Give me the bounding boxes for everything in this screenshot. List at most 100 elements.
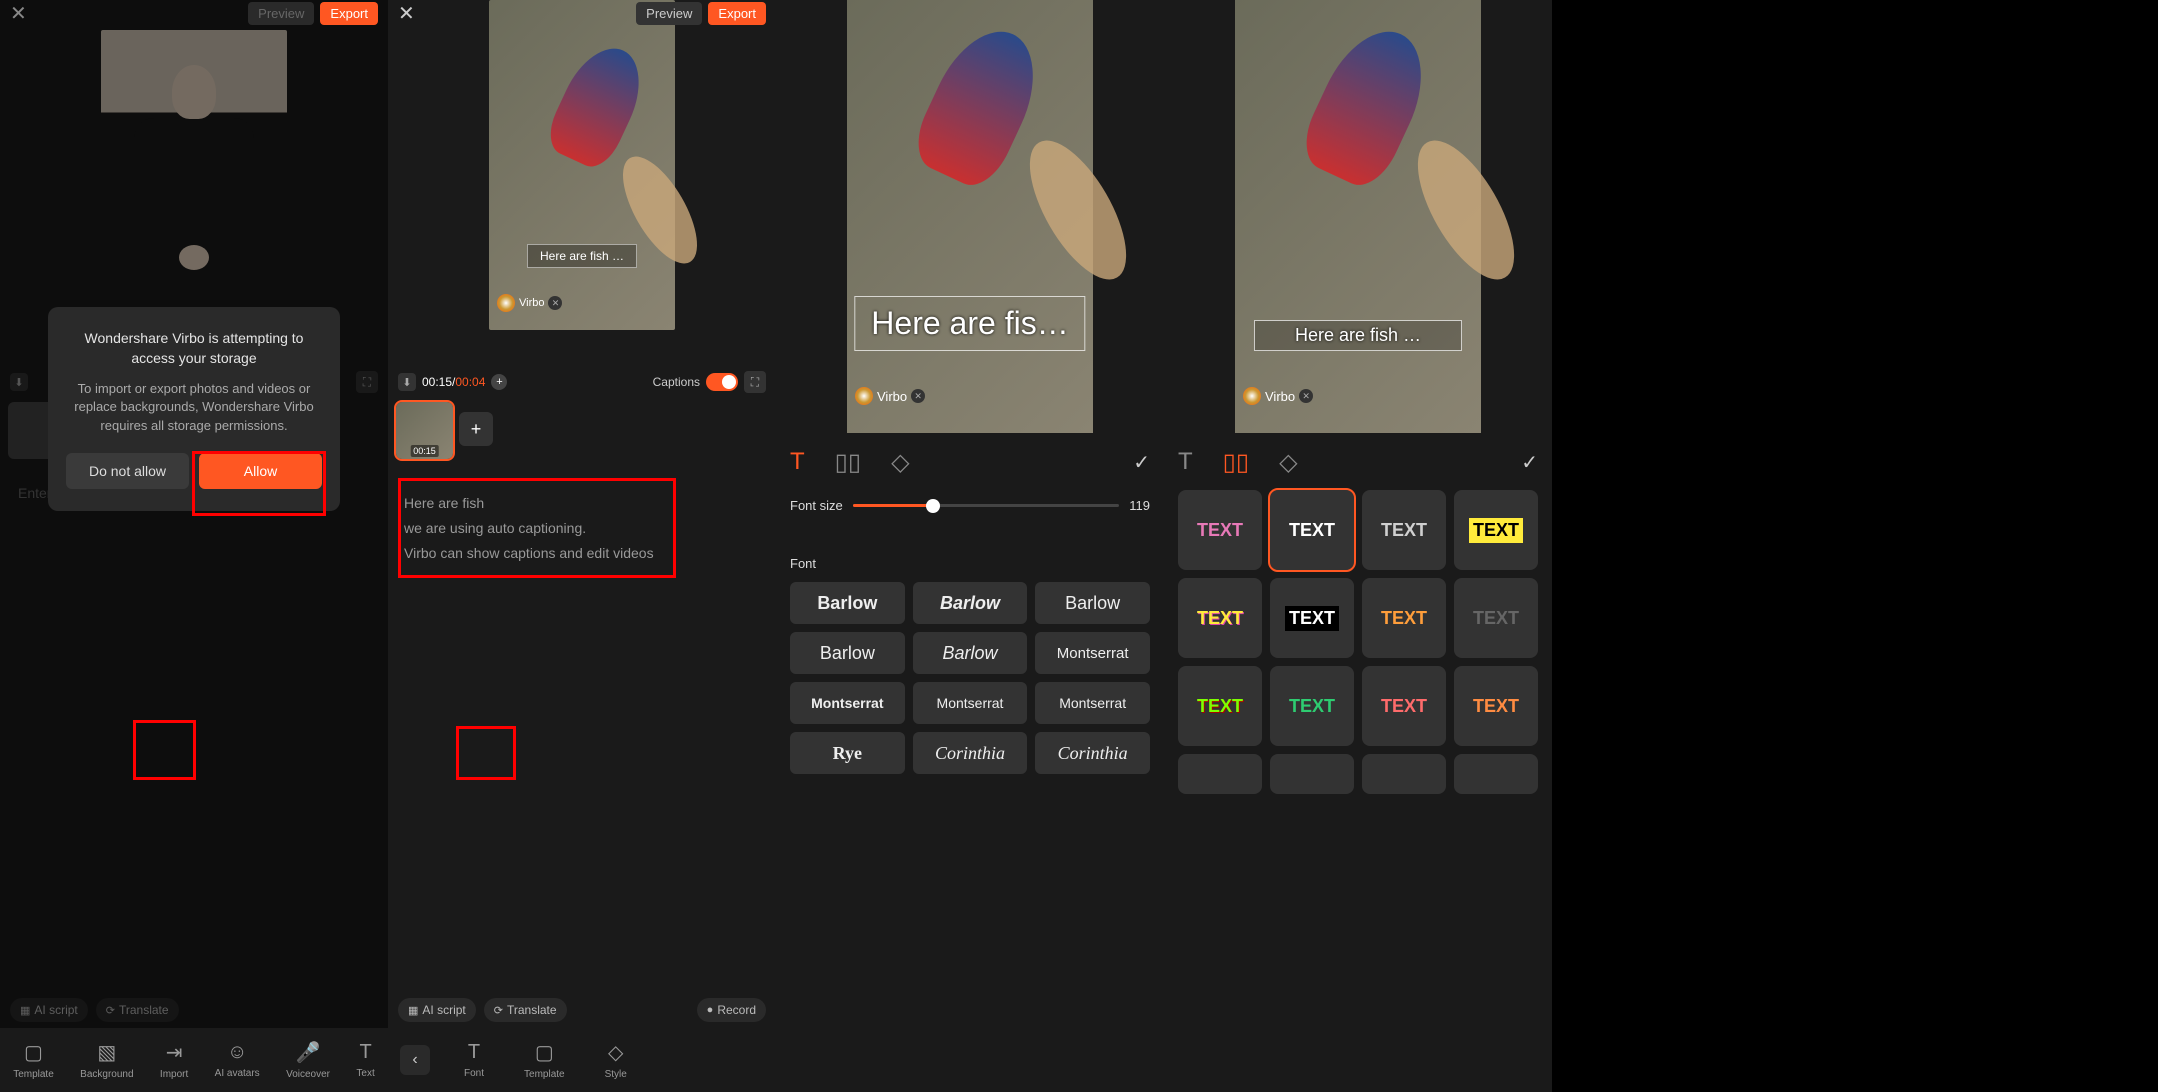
preview-button[interactable]: Preview <box>248 2 314 25</box>
nav-template[interactable]: ▢Template <box>7 1036 60 1084</box>
text-style-option[interactable]: TEXT <box>1270 666 1354 746</box>
text-style-option[interactable] <box>1454 754 1538 794</box>
font-option[interactable]: Barlow <box>1035 582 1150 624</box>
virbo-label: Virbo <box>519 297 544 309</box>
avatars-icon: ☺ <box>227 1041 247 1064</box>
add-clip-button[interactable]: + <box>459 412 493 446</box>
virbo-label: Virbo <box>877 389 907 404</box>
font-option[interactable]: Barlow <box>913 632 1028 674</box>
virbo-close-icon[interactable]: ✕ <box>548 296 562 310</box>
nav-label: Font <box>464 1068 484 1079</box>
text-style-option[interactable]: TEXT <box>1454 666 1538 746</box>
captions-toggle[interactable] <box>706 373 738 391</box>
confirm-icon[interactable]: ✓ <box>1133 450 1150 475</box>
text-style-option[interactable]: TEXT <box>1454 490 1538 570</box>
font-option[interactable]: Corinthia <box>1035 732 1150 774</box>
caption-overlay[interactable]: Here are fish … <box>1254 320 1462 351</box>
allow-button[interactable]: Allow <box>199 453 322 489</box>
caption-overlay[interactable]: Here are fis… <box>854 296 1085 351</box>
close-icon[interactable]: ✕ <box>398 1 415 26</box>
virbo-label: Virbo <box>1265 389 1295 404</box>
font-option[interactable]: Montserrat <box>1035 682 1150 724</box>
translate-button[interactable]: ⟳ Translate <box>484 998 567 1022</box>
tab-font[interactable]: T <box>1178 448 1193 476</box>
close-icon[interactable]: ✕ <box>10 1 27 26</box>
text-style-option[interactable]: TEXT <box>1270 578 1354 658</box>
nav-label: Template <box>524 1069 565 1080</box>
export-button[interactable]: Export <box>320 2 378 25</box>
nav-background[interactable]: ▧Background <box>74 1036 139 1084</box>
preview-button[interactable]: Preview <box>636 2 702 25</box>
font-option[interactable]: Barlow <box>790 632 905 674</box>
virbo-close-icon[interactable]: ✕ <box>1299 389 1313 403</box>
video-preview[interactable]: Here are fish … Virbo ✕ <box>1235 0 1481 433</box>
record-label: Record <box>717 1003 756 1017</box>
nav-label: Voiceover <box>286 1069 330 1080</box>
nav-template[interactable]: ▢Template <box>518 1036 571 1084</box>
tab-template[interactable]: ▯▯ <box>1223 448 1249 477</box>
template-icon: ▢ <box>24 1040 43 1065</box>
translate-icon: ⟳ <box>494 1004 503 1017</box>
translate-label: Translate <box>507 1003 557 1017</box>
font-icon: T <box>468 1041 480 1064</box>
highlight-font <box>456 726 516 780</box>
font-size-slider[interactable] <box>853 504 1120 507</box>
nav-back[interactable]: ‹ <box>400 1045 430 1075</box>
tab-style[interactable]: ◇ <box>891 448 909 477</box>
text-style-option[interactable]: TEXT <box>1178 578 1262 658</box>
font-option[interactable]: Corinthia <box>913 732 1028 774</box>
nav-avatars[interactable]: ☺AI avatars <box>209 1037 266 1083</box>
modal-overlay <box>0 0 388 1092</box>
virbo-close-icon[interactable]: ✕ <box>911 389 925 403</box>
ai-icon: ▦ <box>408 1004 418 1017</box>
tab-template[interactable]: ▯▯ <box>835 448 861 477</box>
font-option[interactable]: Barlow <box>790 582 905 624</box>
video-preview[interactable]: Here are fish … Virbo ✕ <box>489 0 675 330</box>
text-style-option[interactable]: TEXT <box>1362 578 1446 658</box>
captions-label: Captions <box>653 375 700 389</box>
nav-font[interactable]: T Font <box>458 1037 490 1083</box>
add-clip-icon[interactable]: + <box>491 374 507 390</box>
font-option[interactable]: Barlow <box>913 582 1028 624</box>
nav-import[interactable]: ⇥Import <box>154 1036 194 1084</box>
deny-button[interactable]: Do not allow <box>66 453 189 489</box>
text-style-option[interactable]: TEXT <box>1178 666 1262 746</box>
confirm-icon[interactable]: ✓ <box>1521 450 1538 475</box>
record-button[interactable]: ●Record <box>697 998 766 1022</box>
font-option[interactable]: Montserrat <box>913 682 1028 724</box>
transcript-box[interactable]: Here are fish we are using auto captioni… <box>398 485 766 573</box>
nav-voiceover[interactable]: 🎤Voiceover <box>280 1036 336 1084</box>
text-style-option[interactable]: TEXT <box>1270 490 1354 570</box>
font-option[interactable]: Rye <box>790 732 905 774</box>
nav-label: Text <box>356 1068 374 1079</box>
permission-dialog: Wondershare Virbo is attempting to acces… <box>48 307 340 511</box>
text-style-option[interactable]: TEXT <box>1362 490 1446 570</box>
caption-overlay[interactable]: Here are fish … <box>527 244 637 268</box>
text-style-option[interactable]: TEXT <box>1362 666 1446 746</box>
text-style-option[interactable]: TEXT <box>1454 578 1538 658</box>
style-icon: ◇ <box>608 1040 623 1065</box>
download-icon[interactable]: ⬇ <box>398 373 416 391</box>
clip-thumbnail[interactable]: 00:15 <box>396 402 453 459</box>
virbo-logo-icon <box>855 387 873 405</box>
tab-font[interactable]: T <box>790 448 805 476</box>
background-icon: ▧ <box>97 1040 116 1065</box>
nav-text[interactable]: T Text <box>350 1037 380 1083</box>
text-style-option[interactable]: TEXT <box>1178 490 1262 570</box>
export-button[interactable]: Export <box>708 2 766 25</box>
text-icon: T <box>359 1041 371 1064</box>
ai-script-button[interactable]: ▦ AI script <box>398 998 476 1022</box>
font-option[interactable]: Montserrat <box>1035 632 1150 674</box>
nav-style[interactable]: ◇ Style <box>599 1036 633 1084</box>
text-style-option[interactable] <box>1178 754 1262 794</box>
time-display: 00:15/00:04 <box>422 375 485 389</box>
text-style-option[interactable] <box>1362 754 1446 794</box>
text-style-option[interactable] <box>1270 754 1354 794</box>
nav-label: Style <box>605 1069 627 1080</box>
font-option[interactable]: Montserrat <box>790 682 905 724</box>
tab-style[interactable]: ◇ <box>1279 448 1297 477</box>
ai-script-label: AI script <box>422 1003 465 1017</box>
fullscreen-icon[interactable]: ⛶ <box>744 371 766 393</box>
slider-thumb[interactable] <box>926 499 940 513</box>
video-preview[interactable]: Here are fis… Virbo ✕ <box>847 0 1093 433</box>
